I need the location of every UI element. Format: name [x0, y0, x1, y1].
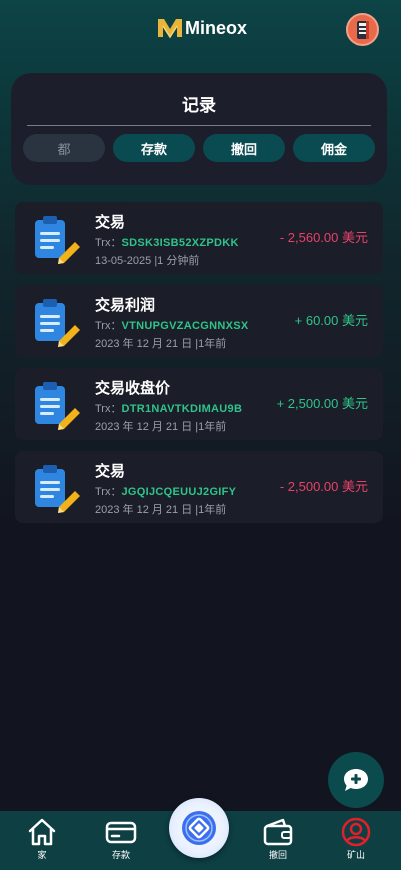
- tab-withdraw[interactable]: 撤回: [203, 134, 285, 162]
- wallet-icon: [263, 818, 293, 846]
- clipboard-pencil-icon: [35, 465, 80, 513]
- support-chat-button[interactable]: [328, 752, 384, 808]
- tab-commission[interactable]: 佣金: [293, 134, 375, 162]
- transaction-item[interactable]: 交易 Trx：JGQIJCQEUUJ2GIFY 2023 年 12 月 21 日…: [15, 451, 383, 523]
- trx-label: Trx：: [95, 320, 122, 332]
- trx-code: JGQIJCQEUUJ2GIFY: [121, 486, 237, 498]
- nav-deposit[interactable]: 存款: [91, 817, 151, 861]
- profile-avatar[interactable]: [346, 13, 379, 46]
- nav-home-label: 家: [37, 850, 47, 860]
- transaction-id: Trx：DTR1NAVTKDIMAU9B: [95, 400, 242, 416]
- transaction-amount: + 2,500.00 美元: [276, 396, 368, 411]
- transaction-item[interactable]: 交易 Trx：SDSK3ISB52XZPDKK 13-05-2025 |1 分钟…: [15, 202, 383, 274]
- nav-withdraw-label: 撤回: [268, 850, 287, 860]
- brand-name: Mineox: [185, 17, 248, 38]
- transaction-date: 2023 年 12 月 21 日 |1年前: [95, 421, 227, 433]
- tab-all[interactable]: 都: [23, 134, 105, 162]
- records-panel: 记录 都 存款 撤回 佣金: [11, 73, 387, 185]
- trx-label: Trx：: [95, 403, 122, 415]
- trx-code: VTNUPGVZACGNNXSX: [121, 320, 249, 332]
- user-avatar-icon: [356, 20, 369, 39]
- card-icon: [105, 821, 137, 844]
- transaction-title: 交易收盘价: [95, 380, 171, 397]
- nav-mining[interactable]: 矿山: [326, 817, 386, 861]
- tab-deposit[interactable]: 存款: [113, 134, 195, 162]
- chat-plus-icon: [344, 769, 368, 791]
- trx-code: DTR1NAVTKDIMAU9B: [121, 403, 243, 415]
- transaction-id: Trx：VTNUPGVZACGNNXSX: [95, 317, 249, 333]
- trx-label: Trx：: [95, 237, 122, 249]
- transaction-id: Trx：SDSK3ISB52XZPDKK: [95, 234, 239, 250]
- user-profile-icon: [341, 817, 371, 847]
- home-icon: [28, 818, 56, 846]
- center-action-button[interactable]: [169, 798, 229, 858]
- clipboard-pencil-icon: [35, 382, 80, 430]
- clipboard-pencil-icon: [35, 299, 80, 347]
- transaction-id: Trx：JGQIJCQEUUJ2GIFY: [95, 483, 236, 499]
- transaction-amount: + 60.00 美元: [294, 313, 368, 328]
- brand-logo[interactable]: Mineox: [157, 17, 247, 39]
- transaction-title: 交易利润: [95, 297, 156, 314]
- crypto-coin-icon: [182, 811, 216, 845]
- transaction-amount: - 2,560.00 美元: [279, 230, 368, 245]
- nav-deposit-label: 存款: [111, 850, 130, 860]
- nav-home[interactable]: 家: [12, 817, 72, 861]
- nav-withdraw[interactable]: 撤回: [248, 817, 308, 861]
- page-title: 记录: [182, 96, 216, 115]
- transaction-item[interactable]: 交易利润 Trx：VTNUPGVZACGNNXSX 2023 年 12 月 21…: [15, 285, 383, 357]
- transaction-title: 交易: [95, 463, 126, 480]
- mineox-logo-icon: [158, 19, 182, 39]
- transaction-title: 交易: [95, 214, 126, 231]
- trx-code: SDSK3ISB52XZPDKK: [121, 237, 239, 249]
- transaction-date: 2023 年 12 月 21 日 |1年前: [95, 504, 227, 516]
- trx-label: Trx：: [95, 486, 122, 498]
- transaction-date: 2023 年 12 月 21 日 |1年前: [95, 338, 227, 350]
- divider: [27, 125, 371, 126]
- transaction-date: 13-05-2025 |1 分钟前: [95, 255, 200, 267]
- clipboard-pencil-icon: [35, 216, 80, 264]
- transaction-item[interactable]: 交易收盘价 Trx：DTR1NAVTKDIMAU9B 2023 年 12 月 2…: [15, 368, 383, 440]
- filter-tabs: 都 存款 撤回 佣金: [23, 134, 375, 162]
- top-header: Mineox: [0, 0, 401, 60]
- nav-mining-label: 矿山: [346, 850, 365, 860]
- transaction-amount: - 2,500.00 美元: [279, 479, 368, 494]
